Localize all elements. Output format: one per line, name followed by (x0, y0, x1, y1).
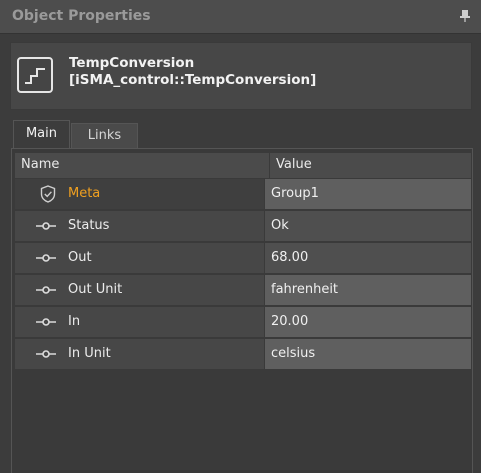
value-cell[interactable]: 20.00 (264, 307, 471, 337)
property-value: Ok (271, 218, 289, 233)
value-cell: 68.00 (264, 243, 471, 273)
property-label: In (68, 314, 81, 329)
name-cell: Meta (15, 179, 264, 209)
slot-icon (36, 318, 56, 326)
tab-main[interactable]: Main (13, 120, 70, 149)
property-value: celsius (271, 346, 316, 361)
property-label: Out Unit (68, 282, 123, 297)
property-grid: Name Value Meta Group1 Status Ok Out 68.… (15, 153, 471, 371)
property-label: In Unit (68, 346, 111, 361)
slot-icon (36, 286, 56, 294)
slot-icon (36, 350, 56, 358)
shield-icon (40, 185, 56, 203)
object-type: [iSMA_control::TempConversion] (69, 72, 317, 88)
property-row-out[interactable]: Out 68.00 (15, 243, 471, 275)
property-row-meta[interactable]: Meta Group1 (15, 179, 471, 211)
value-cell: Ok (264, 211, 471, 241)
property-value: fahrenheit (271, 282, 339, 297)
slot-icon (36, 254, 56, 262)
column-header-value[interactable]: Value (269, 153, 476, 178)
name-cell: In Unit (15, 339, 264, 369)
name-cell: In (15, 307, 264, 337)
property-value: 68.00 (271, 250, 309, 265)
property-label: Meta (68, 186, 101, 201)
panel-title-bar: Object Properties (0, 0, 481, 34)
slot-icon (36, 222, 56, 230)
property-value: 20.00 (271, 314, 309, 329)
grid-header: Name Value (15, 153, 471, 179)
property-row-in[interactable]: In 20.00 (15, 307, 471, 339)
property-value: Group1 (271, 186, 319, 201)
property-label: Status (68, 218, 110, 233)
property-row-out-unit[interactable]: Out Unit fahrenheit (15, 275, 471, 307)
step-function-icon (17, 57, 53, 93)
pin-icon[interactable] (459, 9, 471, 23)
panel-title: Object Properties (12, 8, 151, 24)
name-cell: Out Unit (15, 275, 264, 305)
object-name: TempConversion (69, 55, 195, 71)
object-header: TempConversion [iSMA_control::TempConver… (10, 42, 472, 110)
tab-links[interactable]: Links (71, 123, 138, 148)
value-cell[interactable]: celsius (264, 339, 471, 369)
value-cell[interactable]: fahrenheit (264, 275, 471, 305)
property-label: Out (68, 250, 92, 265)
properties-panel: Name Value Meta Group1 Status Ok Out 68.… (11, 148, 473, 473)
property-row-in-unit[interactable]: In Unit celsius (15, 339, 471, 371)
column-header-name[interactable]: Name (21, 153, 59, 178)
property-row-status[interactable]: Status Ok (15, 211, 471, 243)
value-cell[interactable]: Group1 (264, 179, 471, 209)
name-cell: Out (15, 243, 264, 273)
name-cell: Status (15, 211, 264, 241)
